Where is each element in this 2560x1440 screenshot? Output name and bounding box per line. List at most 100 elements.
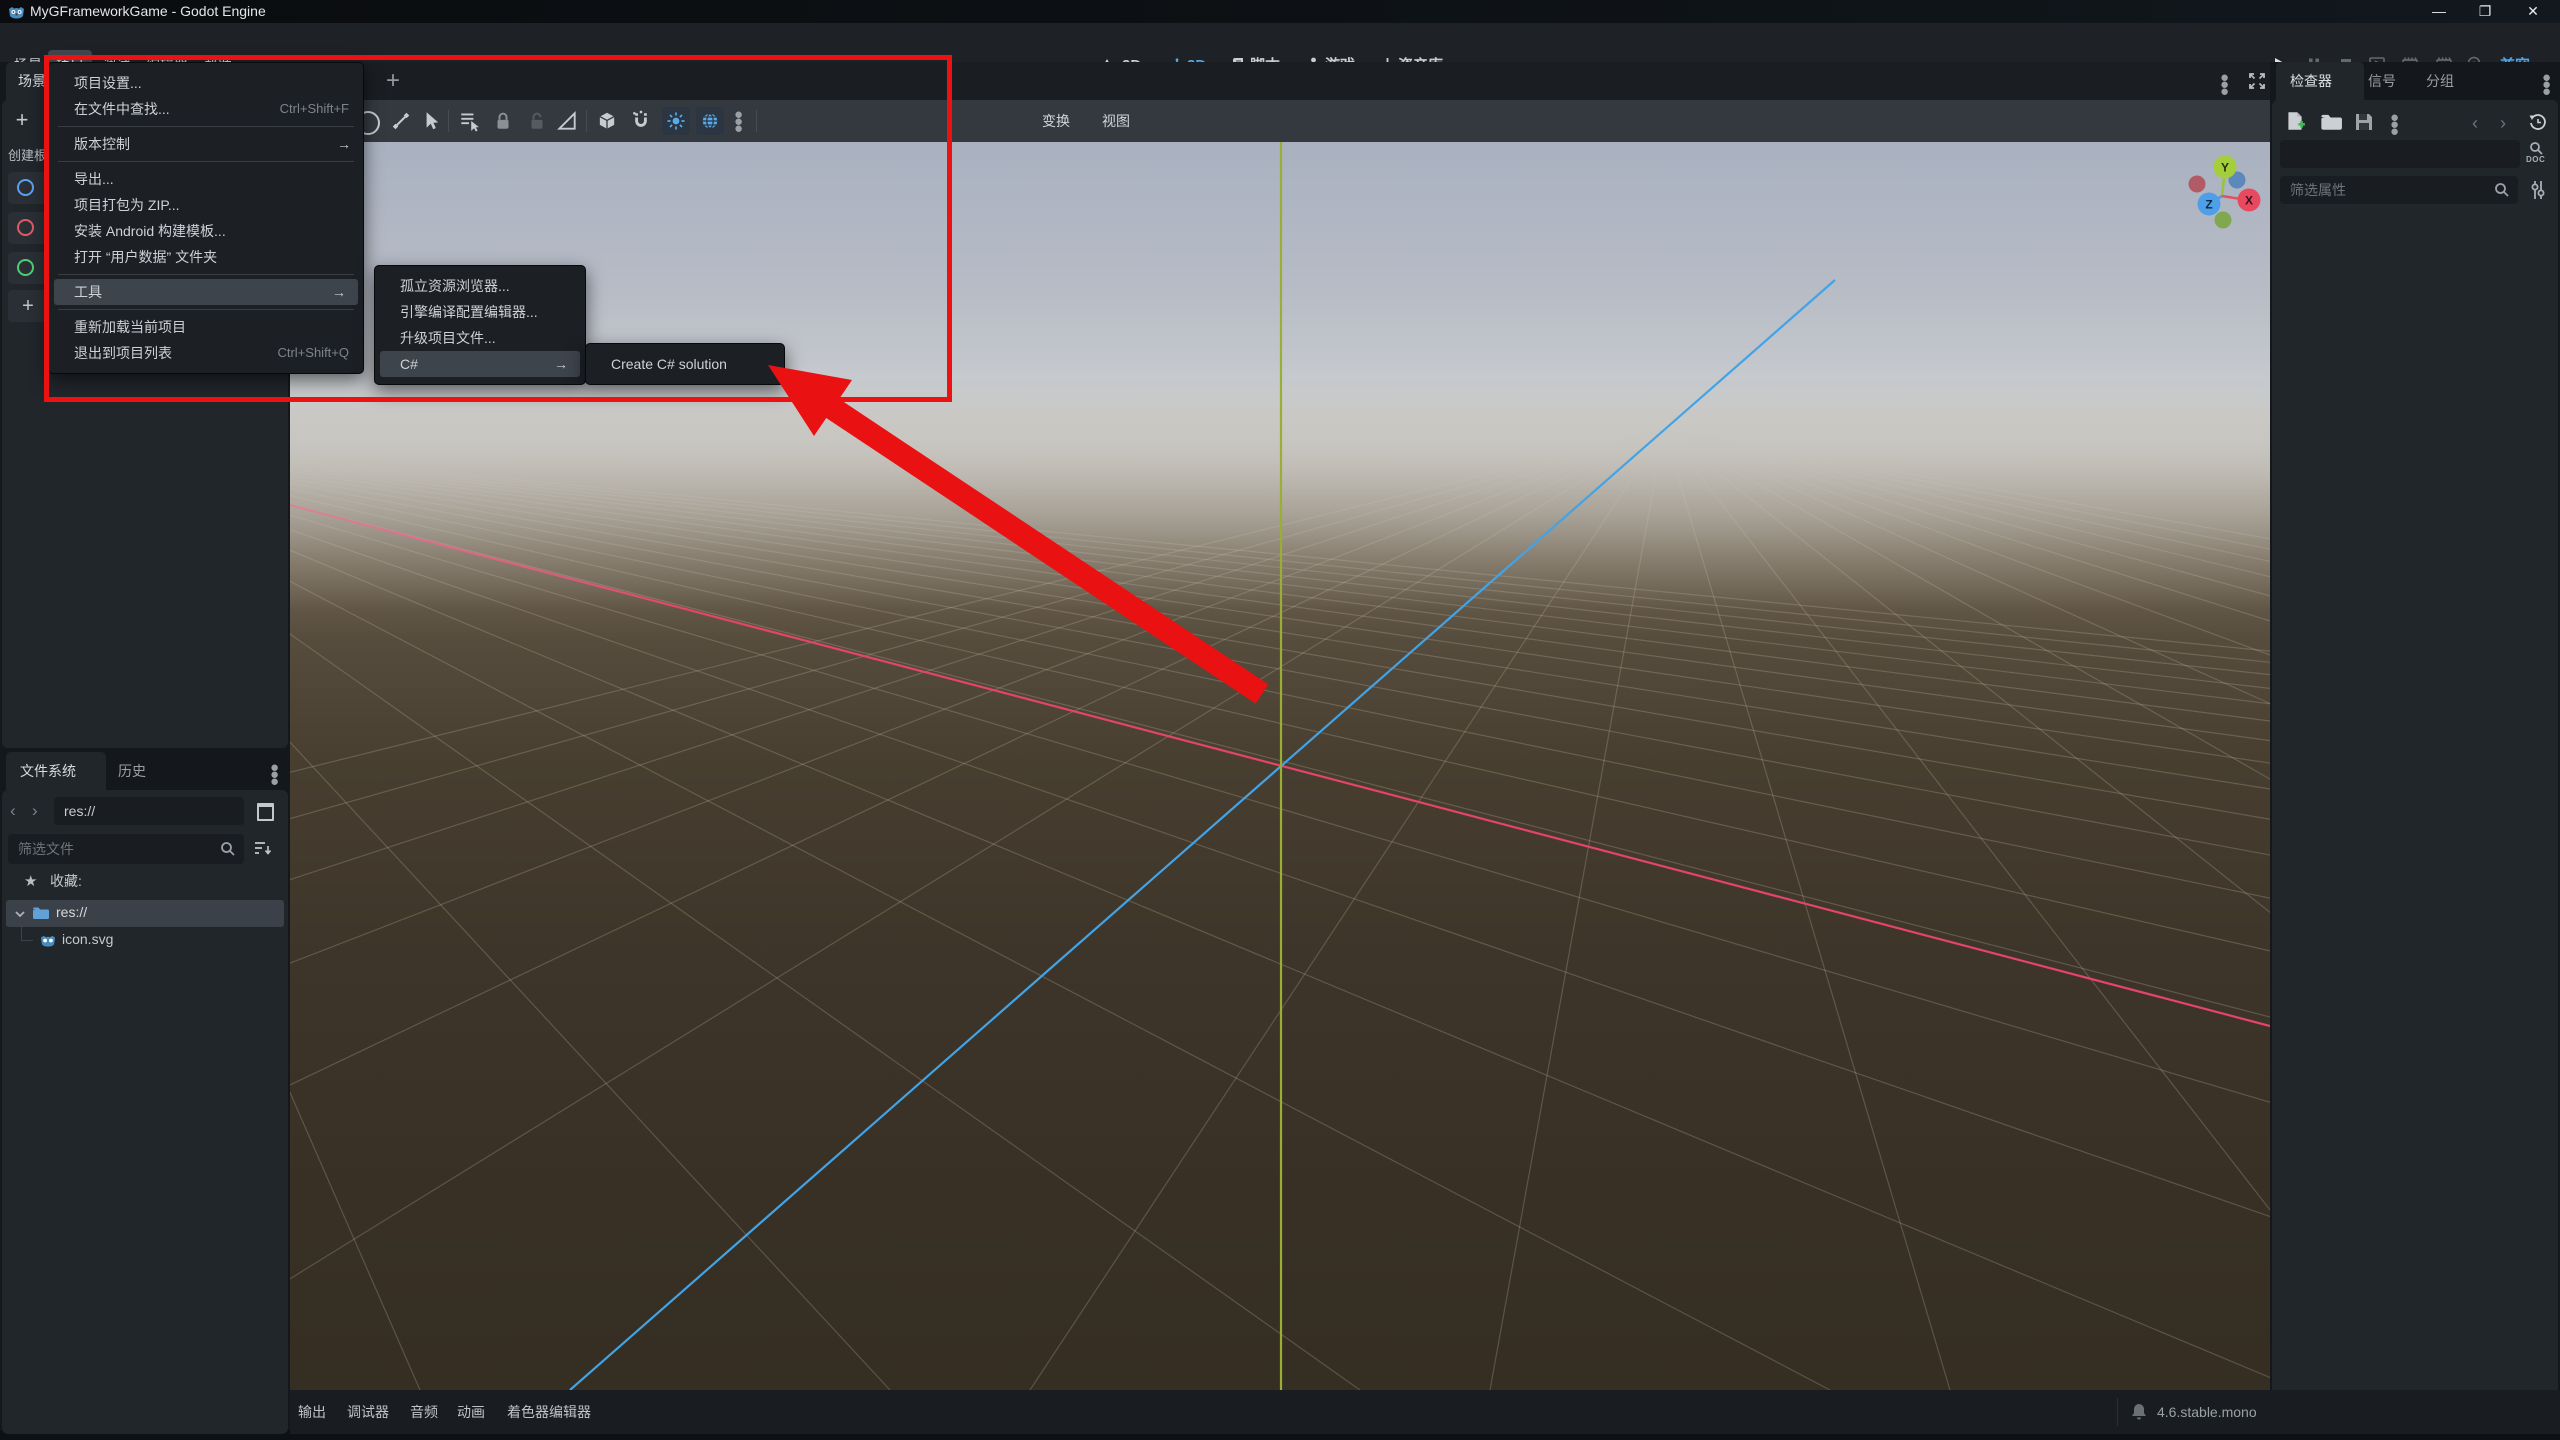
bottom-output-button[interactable]: 输出 — [298, 1390, 326, 1434]
menu-separator — [58, 161, 354, 162]
history-forward-button[interactable]: › — [2500, 110, 2516, 136]
open-docs-button[interactable]: DOC — [2524, 140, 2554, 168]
preview-environment-button[interactable] — [696, 107, 724, 135]
menu-item-tools[interactable]: 工具 → — [54, 279, 358, 305]
restore-button[interactable]: ❐ — [2470, 0, 2500, 23]
bottom-shader-editor-button[interactable]: 着色器编辑器 — [507, 1390, 591, 1434]
godot-editor-window: MyGFrameworkGame - Godot Engine — ❐ ✕ 场景… — [0, 0, 2560, 1440]
menu-item-open-user-data-folder[interactable]: 打开 “用户数据” 文件夹 — [49, 244, 363, 270]
create-3d-scene-button[interactable] — [8, 212, 48, 244]
magnet-snap-icon[interactable] — [630, 110, 652, 132]
submenu-arrow-icon: → — [554, 356, 568, 372]
nav-back-button[interactable]: ‹ — [10, 798, 26, 824]
list-select-icon[interactable] — [458, 110, 480, 132]
environment-globe-icon — [702, 113, 718, 129]
scene-tab-label: 场景 — [18, 73, 46, 89]
menu-item-export[interactable]: 导出... — [49, 166, 363, 192]
menu-item-create-csharp-solution[interactable]: Create C# solution — [586, 351, 784, 377]
scale-mode-icon[interactable] — [390, 110, 412, 132]
viewport-menu-icon[interactable]: ● ● ● — [2220, 70, 2229, 99]
create-root-node-label: 创建根节点: — [8, 148, 46, 163]
version-label[interactable]: 4.6.stable.mono — [2157, 1390, 2257, 1434]
godot-file-icon — [40, 935, 56, 947]
submenu-arrow-icon: → — [337, 136, 351, 152]
menu-item-project-settings[interactable]: 项目设置... — [49, 70, 363, 96]
bottombar-separator — [2117, 1398, 2118, 1426]
csharp-submenu-popup: Create C# solution — [585, 343, 785, 385]
tab-groups[interactable]: 分组 — [2426, 62, 2454, 100]
search-icon — [2495, 183, 2509, 197]
axis-gizmo[interactable]: Y X Z — [2165, 148, 2280, 253]
tab-filesystem[interactable]: 文件系统 — [6, 752, 106, 790]
create-2d-scene-button[interactable] — [8, 172, 48, 204]
load-resource-folder-icon[interactable] — [2320, 113, 2342, 131]
nav-forward-button[interactable]: › — [32, 798, 48, 824]
menu-item-reload-project[interactable]: 重新加载当前项目 — [49, 314, 363, 340]
tab-history[interactable]: 历史 — [118, 752, 146, 790]
menu-item-orphan-resource-explorer[interactable]: 孤立资源浏览器... — [375, 273, 585, 299]
menu-item-install-android-template[interactable]: 安装 Android 构建模板... — [49, 218, 363, 244]
transform-menu[interactable]: 变换 — [1042, 100, 1070, 142]
tab-inspector[interactable]: 检查器 — [2276, 62, 2364, 100]
object-history-icon[interactable] — [2528, 112, 2548, 132]
menu-item-upgrade-project-files[interactable]: 升级项目文件... — [375, 325, 585, 351]
gizmo-neg-y-ball[interactable] — [2214, 211, 2232, 229]
create-ui-scene-button[interactable] — [8, 252, 48, 284]
menu-item-quit-to-project-list[interactable]: 退出到项目列表 Ctrl+Shift+Q — [49, 340, 363, 366]
close-button[interactable]: ✕ — [2518, 0, 2548, 23]
snap-object-icon[interactable] — [596, 110, 618, 132]
view-menu[interactable]: 视图 — [1102, 100, 1130, 142]
property-filter-field[interactable] — [2280, 176, 2518, 204]
split-mode-button[interactable] — [252, 799, 278, 823]
property-filter-input[interactable] — [2280, 176, 2518, 204]
tree-row-iconsvg[interactable]: icon.svg — [0, 927, 290, 954]
chevron-expanded-icon[interactable] — [14, 910, 26, 918]
file-filter-input[interactable] — [8, 834, 244, 864]
menu-item-csharp[interactable]: C# → — [380, 351, 580, 377]
menu-item-label: 项目设置... — [74, 75, 142, 91]
save-icon[interactable] — [2354, 112, 2374, 132]
manage-properties-icon[interactable] — [2528, 179, 2548, 201]
new-resource-icon[interactable] — [2284, 110, 2306, 132]
notification-bell-icon[interactable] — [2130, 1402, 2148, 1422]
history-back-button[interactable]: ‹ — [2472, 110, 2488, 136]
node3d-icon — [17, 219, 34, 236]
menu-item-version-control[interactable]: 版本控制 → — [49, 131, 363, 157]
inspector-dock-menu-icon[interactable]: ● ● ● — [2542, 70, 2551, 99]
3d-viewport[interactable]: Y X Z — [0, 142, 2560, 1391]
selection-cursor-icon[interactable] — [420, 110, 442, 132]
file-filter-field[interactable] — [8, 834, 244, 864]
expand-viewport-icon[interactable] — [2248, 72, 2266, 90]
create-other-node-button[interactable]: + — [8, 290, 48, 322]
bottom-animation-button[interactable]: 动画 — [457, 1390, 485, 1434]
tab-signals[interactable]: 信号 — [2368, 62, 2396, 100]
inspector-panel — [2272, 100, 2558, 1434]
bottom-debugger-button[interactable]: 调试器 — [347, 1390, 389, 1434]
menu-item-find-in-files[interactable]: 在文件中查找... Ctrl+Shift+F — [49, 96, 363, 122]
inspector-extra-menu-icon[interactable]: ● ● ● — [2390, 110, 2399, 139]
add-node-button[interactable]: + — [10, 108, 34, 132]
path-input[interactable] — [54, 797, 244, 825]
resource-name-field[interactable] — [2280, 140, 2520, 168]
ruler-icon[interactable] — [556, 110, 578, 132]
3d-viewport-canvas[interactable] — [0, 142, 2560, 1391]
folder-icon — [33, 907, 49, 919]
path-field[interactable] — [54, 797, 244, 825]
sort-files-button[interactable] — [252, 838, 278, 862]
new-scene-tab-button[interactable]: + — [380, 66, 406, 96]
filesystem-menu-icon[interactable]: ● ● ● — [270, 760, 279, 789]
menu-item-engine-compile-config[interactable]: 引擎编译配置编辑器... — [375, 299, 585, 325]
window-layout-icon — [257, 803, 274, 821]
lock-icon[interactable] — [492, 110, 514, 132]
gizmo-neg-x-ball[interactable] — [2188, 175, 2206, 193]
scene-tab-strip: + ● ● ● — [290, 62, 2270, 100]
preview-sunlight-button[interactable] — [662, 107, 690, 135]
menu-item-label: C# — [400, 356, 418, 372]
minimize-button[interactable]: — — [2424, 0, 2454, 23]
bottom-audio-button[interactable]: 音频 — [410, 1390, 438, 1434]
menu-item-pack-zip[interactable]: 项目打包为 ZIP... — [49, 192, 363, 218]
tree-row-res[interactable]: res:// — [6, 900, 284, 927]
inspector-tab-label: 检查器 — [2290, 73, 2332, 89]
unlock-icon[interactable] — [526, 110, 548, 132]
sun-environment-settings-icon[interactable]: ● ● ● — [734, 107, 743, 136]
